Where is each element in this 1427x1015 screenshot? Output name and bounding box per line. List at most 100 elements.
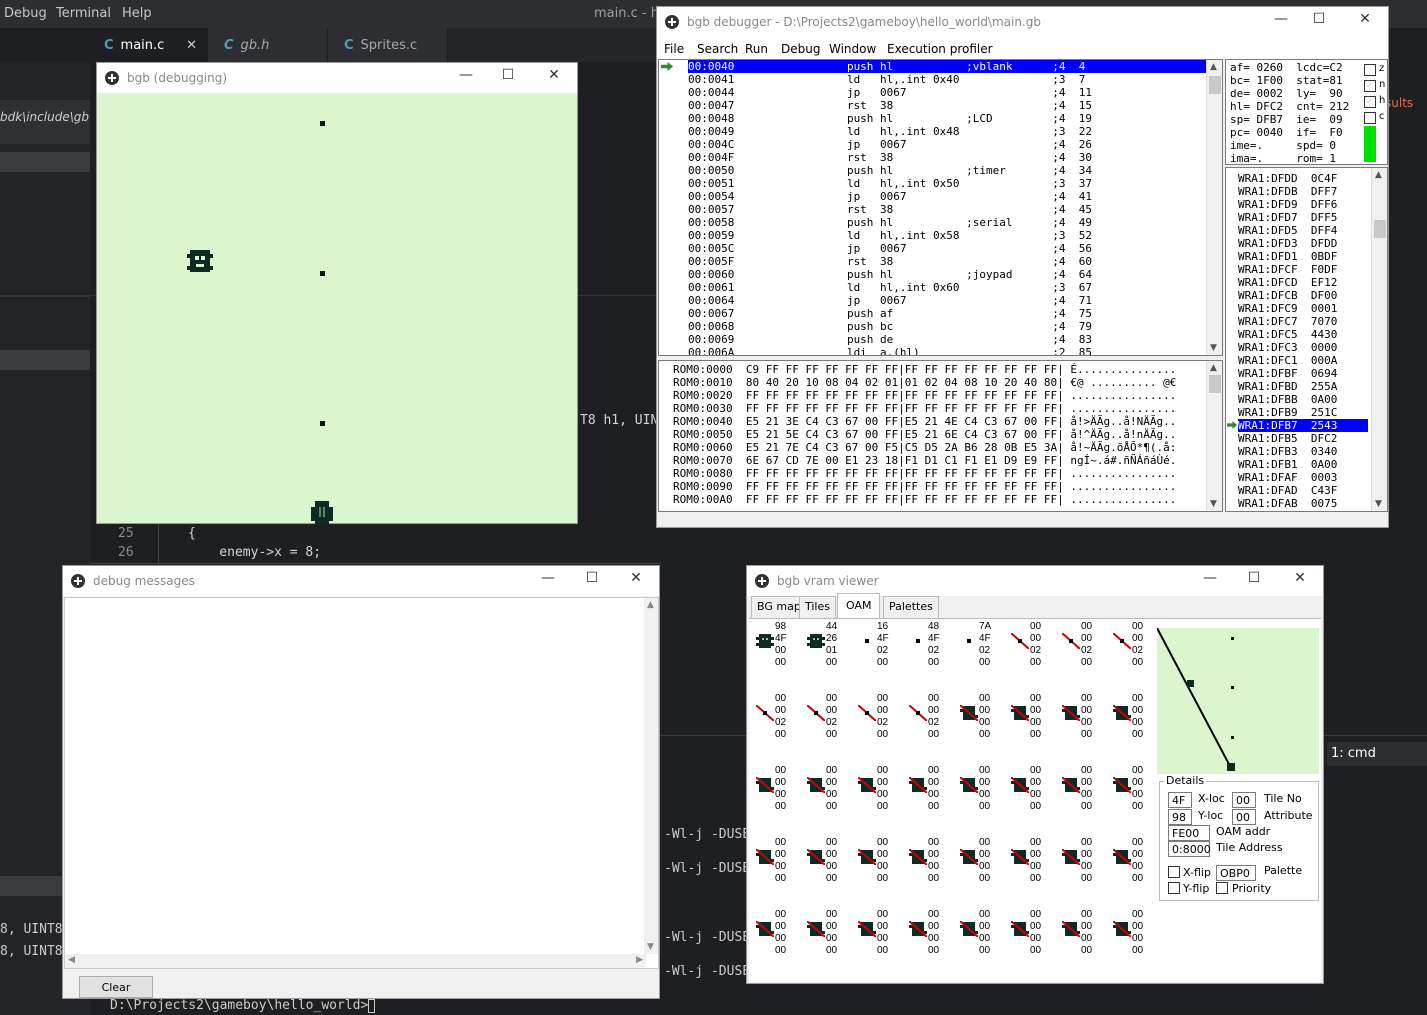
close-icon[interactable]: ✕ [625,570,647,590]
oam-entry[interactable]: 00 00 00 00 [1110,693,1160,763]
oam-entry[interactable]: 00 00 02 00 [1059,621,1109,691]
disasm-row[interactable]: 00:004F rst 38 ;4 30 [688,151,1207,164]
oam-entry[interactable]: 00 00 02 00 [855,693,905,763]
oam-entry[interactable]: 00 00 00 00 [1059,693,1109,763]
stack-row[interactable]: WRA1:DFBD 255A [1238,380,1368,393]
stack-row[interactable]: WRA1:DFB7 2543 [1238,419,1368,432]
y-loc-field[interactable]: 98 [1168,809,1192,825]
oam-addr-field[interactable]: FE00 [1168,825,1210,841]
menu-debug[interactable]: Debug [4,6,47,21]
stack-row[interactable]: WRA1:DFC9 0001 [1238,302,1368,315]
oam-entry[interactable]: 00 00 00 00 [1008,765,1058,835]
scrollbar[interactable]: ▲ ▼ [1371,168,1387,511]
register-row[interactable]: pc= 0040 if= F0 [1230,126,1343,139]
oam-entry[interactable]: 00 00 00 00 [855,909,905,979]
menu-debug[interactable]: Debug [781,42,820,56]
oam-entry[interactable]: 44 26 01 00 [804,621,854,691]
register-row[interactable]: hl= DFC2 cnt= 212 [1230,100,1349,113]
disasm-row[interactable]: 00:0054 jp 0067 ;4 41 [688,190,1207,203]
oam-entry[interactable]: 00 00 00 00 [1059,909,1109,979]
stack-row[interactable]: WRA1:DFD7 DFF5 [1238,211,1368,224]
oam-entry[interactable]: 00 00 02 00 [804,693,854,763]
stack-row[interactable]: WRA1:DFC3 0000 [1238,341,1368,354]
oam-entry[interactable]: 00 00 00 00 [1059,837,1109,907]
tab-palettes[interactable]: Palettes [883,596,939,618]
scrollbar[interactable]: ◀ ▶ [65,954,646,968]
register-row[interactable]: af= 0260 lcdc=C2 [1230,61,1343,74]
maximize-icon[interactable]: ☐ [497,67,519,87]
disasm-row[interactable]: 00:0047 rst 38 ;4 15 [688,99,1207,112]
register-row[interactable]: bc= 1F00 stat=81 [1230,74,1343,87]
stack-row[interactable]: WRA1:DFD9 DFF6 [1238,198,1368,211]
maximize-icon[interactable]: ☐ [1308,11,1330,31]
disasm-row[interactable]: 00:0051 ld hl,.int 0x50 ;3 37 [688,177,1207,190]
minimize-icon[interactable]: — [455,67,477,87]
oam-entry[interactable]: 00 00 00 00 [753,837,803,907]
disasm-row[interactable]: 00:0068 push bc ;4 79 [688,320,1207,333]
close-icon[interactable]: ✕ [186,38,197,53]
oam-entry[interactable]: 00 00 00 00 [957,693,1007,763]
register-row[interactable]: de= 0002 ly= 90 [1230,87,1343,100]
oam-entry[interactable]: 00 00 02 00 [753,693,803,763]
hex-row[interactable]: ROM0:0050 E5 21 5E C4 C3 67 00 FF|E5 21 … [673,428,1176,441]
palette-field[interactable]: OBP0 [1216,865,1256,881]
debug-messages-textarea[interactable]: ▲ ▼ ◀ ▶ [64,597,659,969]
disasm-row[interactable]: 00:0048 push hl ;LCD ;4 19 [688,112,1207,125]
stack-row[interactable]: WRA1:DFBB 0A00 [1238,393,1368,406]
tab-oam[interactable]: OAM [837,593,881,618]
close-icon[interactable]: ✕ [543,67,565,87]
menu-search[interactable]: Search [697,42,738,56]
oam-entry[interactable]: 98 4F 00 00 [753,621,803,691]
registers-pane[interactable]: af= 0260 lcdc=C2 bc= 1F00 stat=81 de= 0002… [1225,59,1388,165]
hex-row[interactable]: ROM0:0070 6E 67 CD 7E 00 E1 23 18|F1 D1 … [673,454,1176,467]
oam-entry[interactable]: 00 00 00 00 [957,837,1007,907]
stack-row[interactable]: WRA1:DFBF 0694 [1238,367,1368,380]
stack-row[interactable]: WRA1:DFCD EF12 [1238,276,1368,289]
stack-row[interactable]: WRA1:DFCF F0DF [1238,263,1368,276]
hex-row[interactable]: ROM0:0030 FF FF FF FF FF FF FF FF|FF FF … [673,402,1176,415]
close-icon[interactable]: ✕ [1289,570,1311,590]
terminal-prompt[interactable]: D:\Projects2\gameboy\hello_world> [110,998,376,1013]
menu-run[interactable]: Run [745,42,768,56]
disasm-row[interactable]: 00:0041 ld hl,.int 0x40 ;3 7 [688,73,1207,86]
oam-preview[interactable] [1156,627,1319,774]
disasm-row[interactable]: 00:0069 push de ;4 83 [688,333,1207,346]
oam-entry[interactable]: 00 00 02 00 [1110,621,1160,691]
menu-terminal[interactable]: Terminal [56,6,111,21]
disasm-row[interactable]: 00:006A ldi a,(hl) ;2 85 [688,346,1207,355]
maximize-icon[interactable]: ☐ [581,570,603,590]
menu-file[interactable]: File [664,42,684,56]
hex-row[interactable]: ROM0:0010 80 40 20 10 08 04 02 01|01 02 … [673,376,1176,389]
stack-row[interactable]: WRA1:DFD1 0BDF [1238,250,1368,263]
oam-entry[interactable]: 16 4F 02 00 [855,621,905,691]
oam-entry[interactable]: 7A 4F 02 00 [957,621,1007,691]
disasm-row[interactable]: 00:005F rst 38 ;4 60 [688,255,1207,268]
oam-entry[interactable]: 00 00 00 00 [855,765,905,835]
tile-address-field[interactable]: 0:8000 [1168,841,1211,857]
oam-entry[interactable]: 00 00 00 00 [1059,765,1109,835]
oam-entry[interactable]: 48 4F 02 00 [906,621,956,691]
disasm-row[interactable]: 00:0050 push hl ;timer ;4 34 [688,164,1207,177]
minimize-icon[interactable]: — [537,570,559,590]
scrollbar[interactable]: ▲ ▼ [1206,60,1222,355]
disasm-row[interactable]: 00:0040 push hl ;vblank ;4 4 [688,60,1207,73]
priority-checkbox[interactable] [1216,882,1228,894]
hex-row[interactable]: ROM0:0000 C9 FF FF FF FF FF FF FF|FF FF … [673,363,1176,376]
tab-gb-h[interactable]: Cgb.h [208,28,328,62]
stack-row[interactable]: WRA1:DFC7 7070 [1238,315,1368,328]
register-row[interactable]: ima=. rom= 1 [1230,152,1336,164]
minimize-icon[interactable]: — [1199,570,1221,590]
x-loc-field[interactable]: 4F [1168,792,1192,808]
stack-row[interactable]: WRA1:DFCB DF00 [1238,289,1368,302]
stack-row[interactable]: WRA1:DFD5 DFF4 [1238,224,1368,237]
oam-entry[interactable]: 00 00 00 00 [1110,765,1160,835]
stack-row[interactable]: WRA1:DFDB DFF7 [1238,185,1368,198]
oam-entry[interactable]: 00 00 00 00 [1008,837,1058,907]
disasm-row[interactable]: 00:005C jp 0067 ;4 56 [688,242,1207,255]
oam-entry[interactable]: 00 00 00 00 [804,909,854,979]
register-row[interactable]: ime=. spd= 0 [1230,139,1336,152]
menu-help[interactable]: Help [122,6,152,21]
hex-row[interactable]: ROM0:00A0 FF FF FF FF FF FF FF FF|FF FF … [673,493,1176,506]
tab-sprites-c[interactable]: C Sprites.c [328,28,448,62]
stack-row[interactable]: WRA1:DFB1 0A00 [1238,458,1368,471]
